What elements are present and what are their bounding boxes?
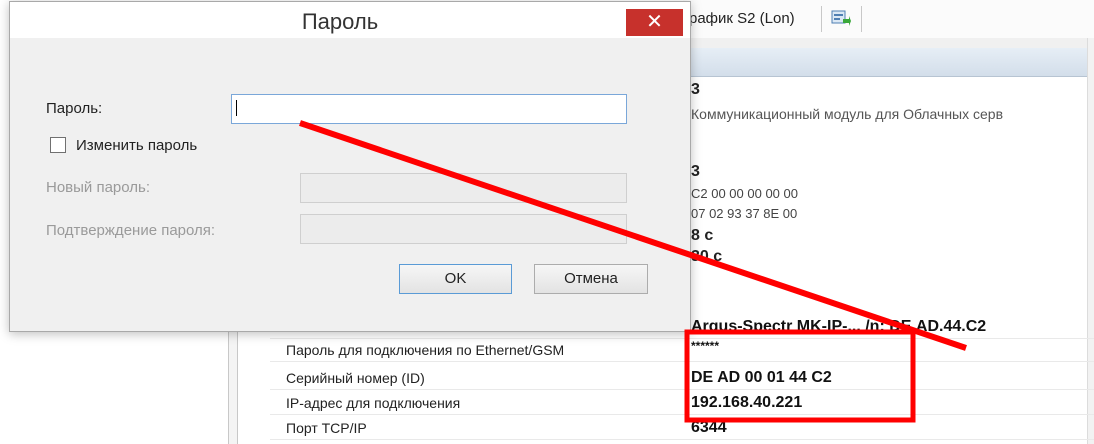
property-value: C2 00 00 00 00 00	[691, 186, 798, 201]
property-value: ******	[691, 339, 720, 353]
toolbar-tab-label[interactable]: рафик S2 (Lon)	[689, 10, 795, 27]
toolbar-separator	[821, 6, 822, 32]
list-item: 3	[683, 80, 1094, 100]
new-password-input[interactable]	[300, 173, 627, 203]
ok-button[interactable]: OK	[399, 264, 512, 294]
property-value: 8 с	[691, 227, 714, 244]
property-value: 07 02 93 37 8E 00	[691, 206, 798, 221]
property-label: Порт TCP/IP	[286, 420, 367, 436]
list-item: Коммуникационный модуль для Облачных сер…	[683, 102, 1094, 126]
list-item: 07 02 93 37 8E 00	[683, 203, 1094, 223]
password-dialog: Пароль ✕ Пароль: Изменить пароль Новый п…	[9, 1, 691, 332]
tab-strip	[683, 38, 1094, 48]
property-value: 3	[691, 81, 700, 98]
password-label: Пароль:	[46, 100, 103, 117]
confirm-password-input[interactable]	[300, 214, 627, 244]
change-password-checkbox[interactable]	[50, 137, 66, 153]
password-input[interactable]	[231, 94, 627, 124]
list-item: 30 с	[683, 248, 1094, 268]
toolbar-separator	[861, 6, 862, 32]
property-label: Серийный номер (ID)	[286, 370, 425, 386]
grid-header	[683, 48, 1094, 77]
close-button[interactable]: ✕	[626, 9, 683, 36]
new-password-label: Новый пароль:	[46, 179, 151, 196]
grid-left-frame	[228, 332, 238, 444]
property-value: 30 с	[691, 248, 723, 265]
property-label: IP-адрес для подключения	[286, 395, 461, 411]
dialog-title: Пароль	[301, 9, 379, 34]
property-value: 6344	[691, 419, 727, 436]
list-item: 8 с	[683, 227, 1094, 247]
property-label: Пароль для подключения по Ethernet/GSM	[286, 342, 565, 358]
property-value: 3	[691, 163, 700, 180]
property-value: Argus-Spectr MK-IP-... /n: DE.AD.44.C2	[691, 318, 987, 335]
table-row[interactable]: Порт TCP/IP 6344	[270, 418, 1094, 440]
table-row[interactable]: Пароль для подключения по Ethernet/GSM *…	[270, 339, 1094, 362]
text-caret	[236, 100, 237, 116]
table-row[interactable]: IP-адрес для подключения 192.168.40.221	[270, 393, 1094, 415]
property-value: DE AD 00 01 44 C2	[691, 369, 832, 386]
property-value: Коммуникационный модуль для Облачных сер…	[691, 106, 1004, 122]
confirm-password-label: Подтверждение пароля:	[46, 222, 216, 239]
export-icon[interactable]	[831, 9, 851, 27]
close-icon: ✕	[646, 11, 663, 33]
toolbar: рафик S2 (Lon)	[683, 0, 1094, 39]
change-password-label[interactable]: Изменить пароль	[76, 137, 197, 154]
list-item: 3	[683, 162, 1094, 182]
property-value: 192.168.40.221	[691, 394, 803, 411]
list-item: C2 00 00 00 00 00	[683, 183, 1094, 203]
table-row[interactable]: Серийный номер (ID) DE AD 00 01 44 C2	[270, 368, 1094, 390]
dialog-titlebar[interactable]: Пароль ✕	[10, 2, 690, 38]
cancel-button[interactable]: Отмена	[534, 264, 648, 294]
